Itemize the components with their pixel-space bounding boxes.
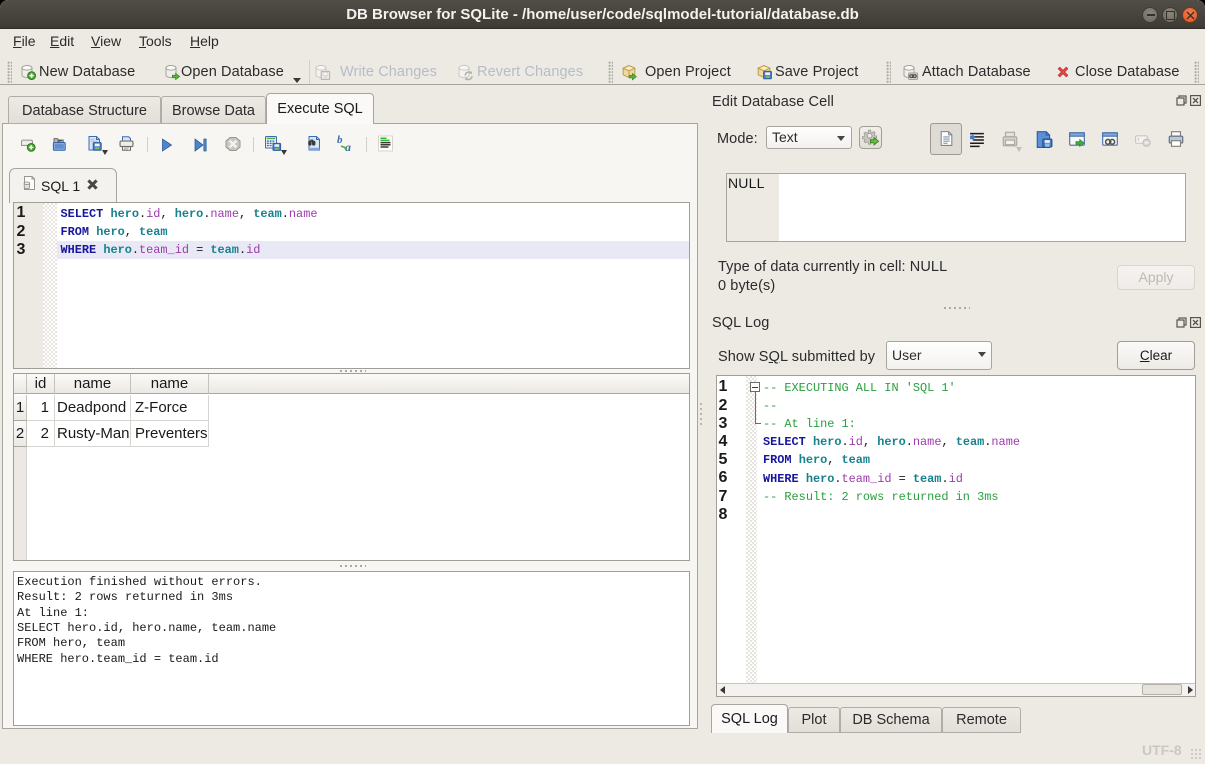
svg-text:b: b — [337, 134, 343, 146]
svg-text:a: a — [345, 140, 351, 153]
